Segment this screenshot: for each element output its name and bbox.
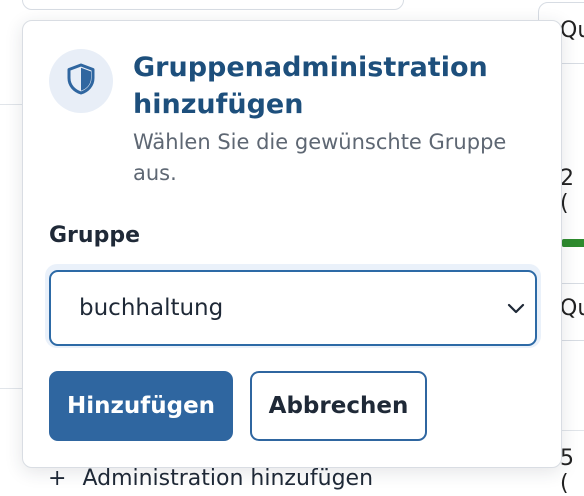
background-progress-bar bbox=[562, 239, 584, 247]
dialog-title: Gruppenadministration hinzufügen bbox=[133, 52, 488, 120]
group-select-value: buchhaltung bbox=[79, 295, 224, 321]
add-administration-link[interactable]: + Administration hinzufügen bbox=[48, 466, 373, 491]
add-button[interactable]: Hinzufügen bbox=[49, 371, 233, 441]
background-text-fragment: Qu bbox=[560, 18, 584, 43]
add-administration-label: Administration hinzufügen bbox=[82, 466, 374, 491]
group-field-label: Gruppe bbox=[49, 223, 140, 248]
background-card bbox=[22, 0, 404, 10]
background-text-fragment: Qu bbox=[560, 296, 584, 321]
shield-icon bbox=[66, 63, 96, 99]
chevron-down-icon bbox=[507, 300, 525, 319]
background-text-fragment: 5 ( bbox=[560, 446, 574, 496]
background-divider bbox=[0, 104, 22, 105]
cancel-button[interactable]: Abbrechen bbox=[250, 371, 427, 441]
background-text-fragment: 2 ( bbox=[560, 166, 574, 216]
shield-icon-badge bbox=[49, 49, 113, 113]
plus-icon: + bbox=[48, 466, 67, 491]
group-select[interactable]: buchhaltung bbox=[49, 270, 537, 346]
add-group-admin-dialog: Gruppenadministration hinzufügen Wählen … bbox=[22, 20, 562, 468]
dialog-subtitle: Wählen Sie die gewünschte Gruppe aus. bbox=[133, 130, 507, 185]
background-divider bbox=[0, 388, 22, 389]
